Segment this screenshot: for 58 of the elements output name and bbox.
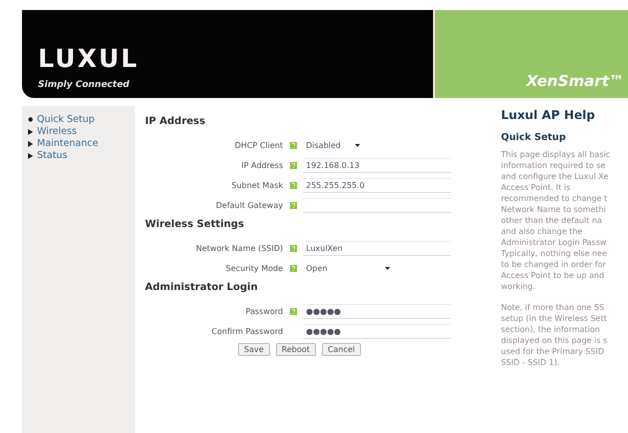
help-text: other than the default na (501, 215, 603, 226)
help-text: and configure the Luxul Xe (501, 171, 610, 182)
help-text: Access Point. It is (501, 182, 572, 193)
form-button[interactable]: Reboot (276, 343, 316, 356)
sidebar-link[interactable]: Maintenance (28, 138, 135, 149)
help-text: This page displays all basic (501, 149, 612, 160)
dropdown[interactable]: Open (303, 261, 393, 275)
help-icon[interactable] (290, 182, 296, 188)
help-icon[interactable] (290, 244, 296, 252)
field-label: Password (244, 306, 283, 316)
field-label: Network Name (SSID) (194, 244, 283, 252)
input-field[interactable]: LuxulXen (303, 240, 451, 256)
help-icon[interactable] (290, 264, 296, 272)
help-text: to be changed in order for (501, 259, 607, 270)
help-text: Administrator Login Passw (501, 237, 608, 248)
field-label: Security Mode (224, 264, 283, 272)
help-text: recommended to change t (501, 193, 608, 204)
help-text: Note, if more than one SS (501, 302, 606, 313)
input-field[interactable]: 255.255.255.0 (303, 178, 451, 192)
section-title: IP Address (145, 116, 206, 127)
help-text: and also change the (501, 226, 584, 237)
sidebar-link[interactable]: Quick Setup (28, 114, 135, 125)
help-text: setup (in the Wireless Sett (501, 313, 608, 324)
form-button[interactable]: Save (238, 343, 270, 356)
help-icon[interactable] (290, 142, 296, 148)
help-text: information required to se (501, 160, 606, 171)
help-text: Access Point to be up and (501, 270, 606, 281)
field-label: Subnet Mask (230, 180, 283, 190)
dropdown[interactable]: Disabled (303, 138, 363, 152)
caret-icon (355, 144, 360, 146)
section-title: Wireless Settings (145, 219, 245, 230)
caret-icon (385, 266, 390, 270)
field-label: Default Gateway (214, 200, 283, 210)
help-icon[interactable] (290, 202, 296, 208)
product-name: XenSmart™ (526, 72, 624, 90)
field-label: IP Address (240, 160, 283, 170)
help-text: section), the information (501, 324, 601, 335)
help-text: SSID - SSID 1). (501, 357, 561, 368)
input-field[interactable]: ●●●●● (303, 304, 451, 318)
sidebar-link[interactable]: Wireless (28, 126, 135, 137)
field-label: Confirm Password (210, 326, 283, 336)
help-subtitle: Quick Setup (501, 132, 567, 143)
input-field[interactable]: 192.168.0.13 (303, 158, 451, 172)
logo: LUXUL (38, 46, 140, 71)
sidebar-link[interactable]: Status (28, 150, 135, 161)
form-button[interactable]: Cancel (322, 343, 361, 356)
input-field[interactable]: ●●●●● (303, 324, 451, 338)
tagline: Simply Connected (38, 80, 130, 90)
help-text: displayed on this page is s (501, 335, 608, 346)
help-text: Typically, nothing else nee (501, 248, 608, 259)
section-title: Administrator Login (145, 282, 259, 293)
help-title: Luxul AP Help (501, 108, 596, 122)
help-text: working. (501, 281, 536, 292)
help-text: Network Name to somethi (501, 204, 607, 215)
field-label: DHCP Client (234, 140, 283, 150)
help-icon[interactable] (290, 162, 296, 168)
help-text: used for the Primary SSID (501, 346, 606, 357)
help-icon[interactable] (290, 308, 296, 314)
